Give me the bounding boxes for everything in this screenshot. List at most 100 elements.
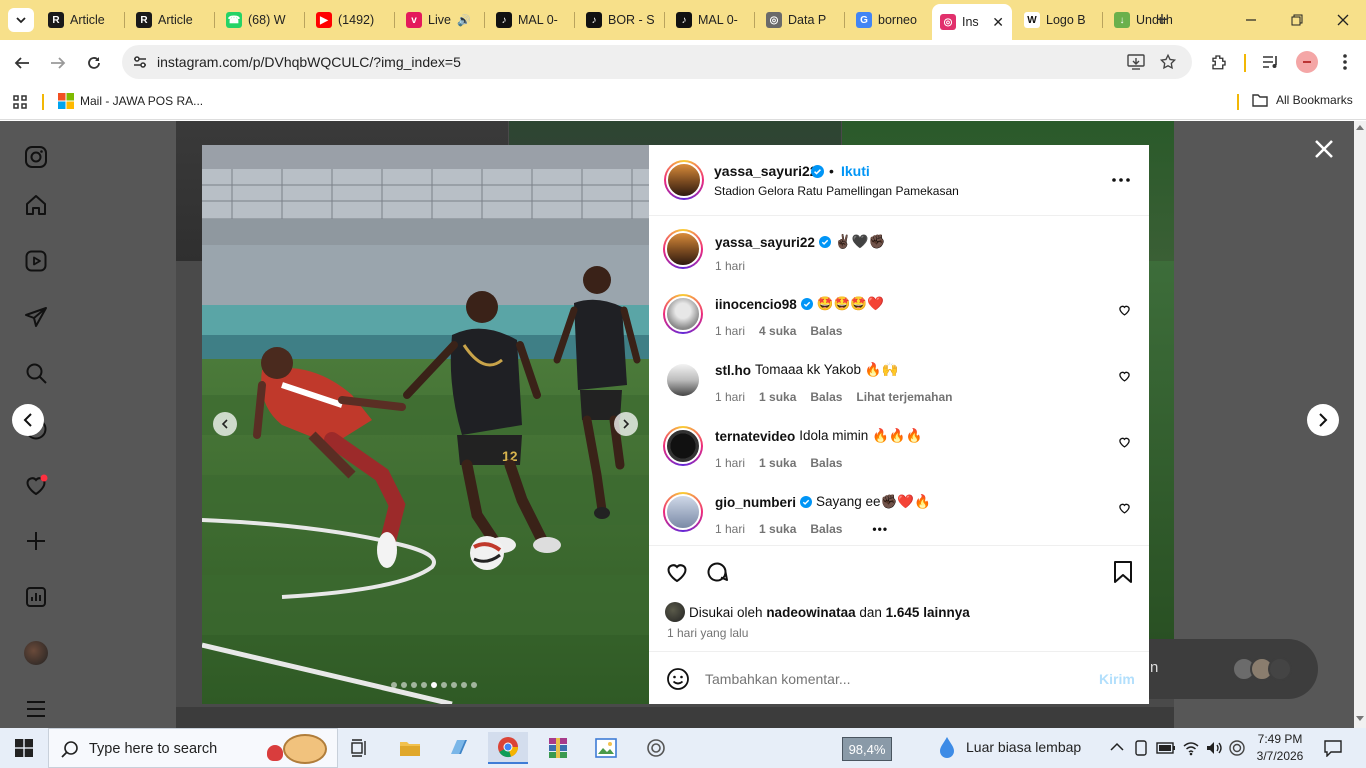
forward-button[interactable] [44,49,72,77]
install-app-icon[interactable] [1124,50,1148,74]
address-bar[interactable]: instagram.com/p/DVhqbWQCULC/?img_index=5 [122,45,1192,79]
follow-button[interactable]: Ikuti [841,163,870,179]
photo-prev-button[interactable] [213,412,237,436]
image-viewer-icon[interactable] [586,732,626,764]
comment-time[interactable]: 1 hari [715,324,745,338]
comment-like-heart-icon[interactable] [1118,502,1131,514]
tab-tiktok[interactable]: ♪ BOR - S [578,6,664,34]
comment-author[interactable]: stl.ho [715,363,751,378]
instagram-logo-icon[interactable] [20,141,52,173]
winrar-icon[interactable] [538,732,578,764]
start-button[interactable] [4,732,44,764]
app-icon[interactable] [636,732,676,764]
reels-icon[interactable] [20,245,52,277]
dashboard-icon[interactable] [20,581,52,613]
comment-likes[interactable]: 1 suka [759,522,796,536]
avatar[interactable] [663,360,703,400]
tab-unduh[interactable]: ↓ Unduh [1106,6,1188,34]
battery-indicator[interactable]: 98,4% [842,737,892,761]
more-menu-icon[interactable] [20,693,52,725]
comment-author[interactable]: gio_numberi [715,495,796,510]
apps-grid-icon[interactable] [10,92,30,112]
sync-icon[interactable] [1228,739,1246,757]
reload-button[interactable] [80,49,108,77]
comment-author[interactable]: ternatevideo [715,429,795,444]
media-controls-icon[interactable] [1258,49,1284,75]
comment-input[interactable] [705,668,1065,690]
comment-like-heart-icon[interactable] [1118,370,1131,382]
device-icon[interactable] [1134,740,1148,756]
tab-tiktok[interactable]: ♪ MAL 0- [668,6,754,34]
tab-ro[interactable]: R Article [40,6,124,34]
direct-messages-icon[interactable] [20,301,52,333]
weather-widget[interactable]: Luar biasa lembap [938,736,1081,758]
photo-next-button[interactable] [614,412,638,436]
kebab-menu-icon[interactable] [1332,49,1358,75]
create-plus-icon[interactable] [20,525,52,557]
comment-like-heart-icon[interactable] [1118,304,1131,316]
reply-button[interactable]: Balas [810,522,842,536]
like-button[interactable] [663,558,691,586]
comment-like-heart-icon[interactable] [1118,436,1131,448]
comment-time[interactable]: 1 hari [715,390,745,404]
clock[interactable]: 7:49 PM 3/7/2026 [1250,731,1310,765]
caption-author[interactable]: yassa_sayuri22 [715,235,815,250]
likes-user[interactable]: nadeowinataa [766,605,855,620]
comment-time[interactable]: 1 hari [715,522,745,536]
comment-likes[interactable]: 1 suka [759,390,796,404]
bookmark-star-icon[interactable] [1156,50,1180,74]
file-explorer-icon[interactable] [390,732,430,764]
see-translation-button[interactable]: Lihat terjemahan [856,390,952,404]
comment-likes[interactable]: 4 suka [759,324,796,338]
avatar[interactable] [663,492,703,532]
close-tab-icon[interactable]: ✕ [992,14,1004,31]
wifi-icon[interactable] [1182,740,1200,756]
comment-likes[interactable]: 1 suka [759,456,796,470]
speaker-icon[interactable]: 🔊 [457,14,471,27]
avatar[interactable] [663,426,703,466]
chevron-up-icon[interactable] [1110,742,1124,752]
tab-wikipedia[interactable]: W Logo B [1016,6,1102,34]
author-avatar[interactable] [664,160,704,200]
avatar[interactable] [663,294,703,334]
search-icon[interactable] [20,357,52,389]
tab-tiktok[interactable]: ♪ MAL 0- [488,6,574,34]
post-photo[interactable]: 12 [202,145,649,704]
profile-avatar[interactable] [20,637,52,669]
next-post-button[interactable] [1307,404,1339,436]
taskbar-search[interactable]: Type here to search [48,728,338,768]
tab-instagram-active[interactable]: ◎ Ins ✕ [932,4,1012,40]
site-info-icon[interactable] [128,50,152,74]
scroll-up-arrow-icon[interactable] [1356,124,1364,130]
all-bookmarks[interactable]: All Bookmarks [1252,93,1353,107]
author-name[interactable]: yassa_sayuri22 [714,163,818,179]
save-button[interactable] [1109,558,1137,586]
close-window-button[interactable] [1330,8,1356,32]
battery-icon[interactable] [1156,741,1176,755]
tab-google[interactable]: Gborneo [848,6,928,34]
task-view-icon[interactable] [340,732,380,764]
avatar[interactable] [663,229,703,269]
likes-count[interactable]: 1.645 lainnya [886,605,970,620]
url-text[interactable]: instagram.com/p/DVhqbWQCULC/?img_index=5 [157,54,461,70]
emoji-icon[interactable] [665,666,691,692]
chrome-icon[interactable] [488,732,528,764]
send-comment-button[interactable]: Kirim [1099,671,1135,687]
reply-button[interactable]: Balas [810,324,842,338]
tab-whatsapp[interactable]: ☎ (68) W [218,6,304,34]
more-options-icon[interactable] [1109,169,1133,191]
notifications-icon[interactable] [1324,739,1342,757]
scroll-down-arrow-icon[interactable] [1356,716,1364,722]
post-location[interactable]: Stadion Gelora Ratu Pamellingan Pamekasa… [714,184,959,198]
new-tab-button[interactable]: + [1150,8,1174,32]
tab-search-button[interactable] [8,8,34,32]
reply-button[interactable]: Balas [810,456,842,470]
bookmark-mail[interactable]: Mail - JAWA POS RA... [58,93,203,109]
post-timestamp[interactable]: 1 hari yang lalu [667,626,748,640]
minimize-button[interactable] [1238,8,1264,32]
notifications-heart-icon[interactable] [20,469,52,501]
page-scrollbar[interactable] [1354,121,1366,728]
tab-web[interactable]: ◎ Data P [758,6,844,34]
previous-post-button[interactable] [12,404,44,436]
tab-ro[interactable]: R Article [128,6,214,34]
